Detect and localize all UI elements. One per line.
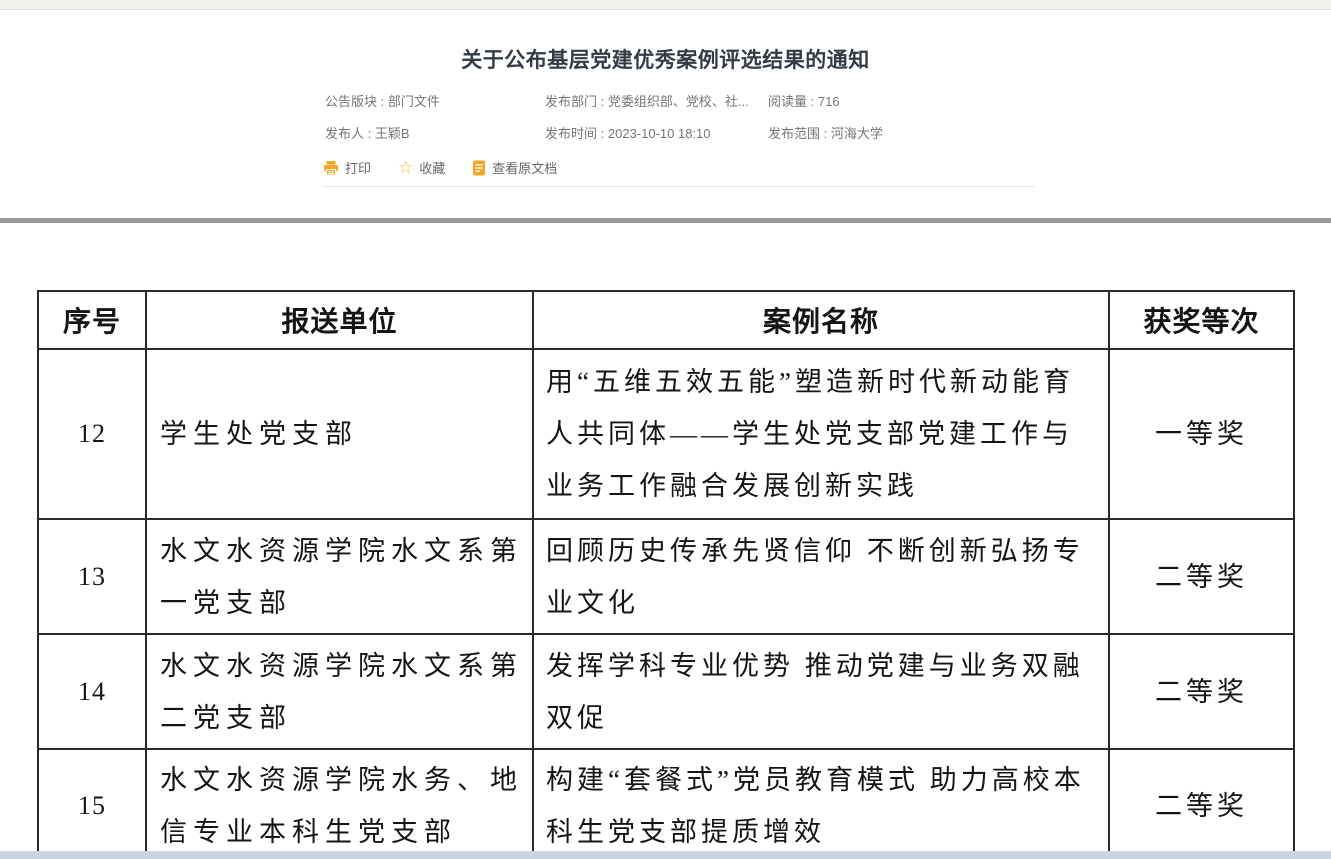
- notice-toolbar: 打印 ☆ 收藏 查看原文档: [323, 158, 557, 177]
- top-strip: [0, 0, 1331, 10]
- results-table-body: 12 学生处党支部 用“五维五效五能”塑造新时代新动能育人共同体——学生处党支部…: [38, 349, 1294, 859]
- header-no: 序号: [38, 291, 146, 349]
- meta-publish-time: 发布时间2023-10-10 18:10: [545, 123, 768, 142]
- header-case: 案例名称: [533, 291, 1109, 349]
- document-icon: [472, 160, 486, 176]
- cell-no: 13: [38, 519, 146, 634]
- cell-award: 一等奖: [1109, 349, 1294, 519]
- award-results-table: 序号 报送单位 案例名称 获奖等次 12 学生处党支部 用“五维五效五能”塑造新…: [37, 290, 1295, 859]
- print-label: 打印: [345, 158, 371, 177]
- cell-award: 二等奖: [1109, 749, 1294, 859]
- meta-publisher: 发布人王颖B: [325, 123, 545, 142]
- cell-unit: 水文水资源学院水务、地信专业本科生党支部: [146, 749, 533, 859]
- meta-board: 公告版块部门文件: [325, 91, 545, 110]
- cell-case: 发挥学科专业优势 推动党建与业务双融双促: [533, 634, 1109, 749]
- cell-award: 二等奖: [1109, 634, 1294, 749]
- meta-publish-scope: 发布范围河海大学: [768, 123, 883, 142]
- page-title: 关于公布基层党建优秀案例评选结果的通知: [0, 44, 1331, 74]
- cell-no: 14: [38, 634, 146, 749]
- horizontal-scrollbar[interactable]: [0, 851, 1331, 859]
- cell-no: 12: [38, 349, 146, 519]
- cell-unit: 水文水资源学院水文系第二党支部: [146, 634, 533, 749]
- print-button[interactable]: 打印: [323, 158, 371, 177]
- header-unit: 报送单位: [146, 291, 533, 349]
- cell-no: 15: [38, 749, 146, 859]
- view-original-button[interactable]: 查看原文档: [472, 158, 557, 177]
- favorite-button[interactable]: ☆ 收藏: [398, 158, 445, 177]
- cell-case: 用“五维五效五能”塑造新时代新动能育人共同体——学生处党支部党建工作与业务工作融…: [533, 349, 1109, 519]
- section-divider: [0, 218, 1331, 223]
- notice-meta: 公告版块部门文件 发布部门党委组织部、党校、社... 阅读量716 发布人王颖B…: [325, 91, 1085, 155]
- star-icon: ☆: [398, 159, 413, 176]
- meta-read-count: 阅读量716: [768, 91, 840, 110]
- view-original-label: 查看原文档: [492, 158, 557, 177]
- meta-publish-dept: 发布部门党委组织部、党校、社...: [545, 91, 768, 110]
- meta-row: 公告版块部门文件 发布部门党委组织部、党校、社... 阅读量716: [325, 91, 1085, 110]
- notice-page: 关于公布基层党建优秀案例评选结果的通知 公告版块部门文件 发布部门党委组织部、党…: [0, 0, 1331, 859]
- cell-unit: 学生处党支部: [146, 349, 533, 519]
- cell-award: 二等奖: [1109, 519, 1294, 634]
- favorite-label: 收藏: [419, 158, 445, 177]
- table-header-row: 序号 报送单位 案例名称 获奖等次: [38, 291, 1294, 349]
- printer-icon: [323, 160, 339, 176]
- table-row: 13 水文水资源学院水文系第一党支部 回顾历史传承先贤信仰 不断创新弘扬专业文化…: [38, 519, 1294, 634]
- cell-case: 构建“套餐式”党员教育模式 助力高校本科生党支部提质增效: [533, 749, 1109, 859]
- table-row: 14 水文水资源学院水文系第二党支部 发挥学科专业优势 推动党建与业务双融双促 …: [38, 634, 1294, 749]
- table-row: 15 水文水资源学院水务、地信专业本科生党支部 构建“套餐式”党员教育模式 助力…: [38, 749, 1294, 859]
- header-divider: [322, 186, 1035, 187]
- cell-case: 回顾历史传承先贤信仰 不断创新弘扬专业文化: [533, 519, 1109, 634]
- cell-unit: 水文水资源学院水文系第一党支部: [146, 519, 533, 634]
- table-row: 12 学生处党支部 用“五维五效五能”塑造新时代新动能育人共同体——学生处党支部…: [38, 349, 1294, 519]
- header-award: 获奖等次: [1109, 291, 1294, 349]
- meta-row: 发布人王颖B 发布时间2023-10-10 18:10 发布范围河海大学: [325, 123, 1085, 142]
